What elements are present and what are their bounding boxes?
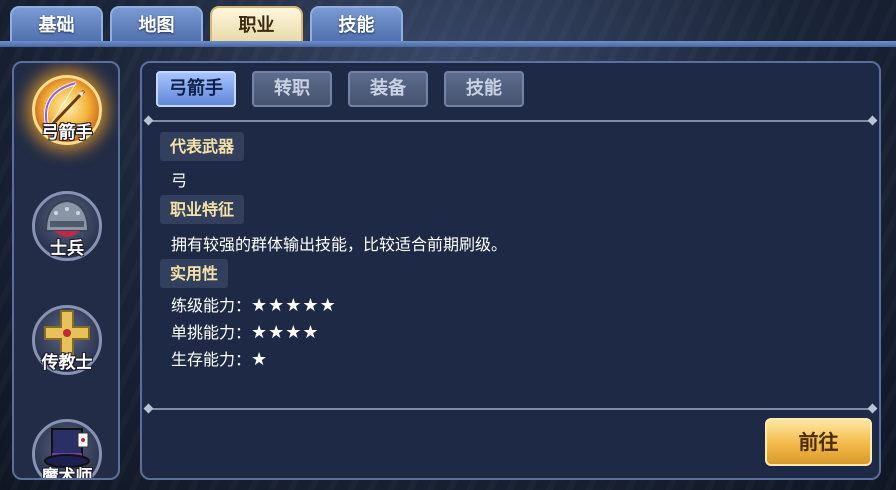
tab-bar-strip (0, 41, 896, 47)
rating-leveling: 练级能力：★★★★★ (171, 292, 337, 316)
class-label: 传教士 (41, 353, 93, 373)
class-detail-panel: 弓箭手 转职 装备 技能 代表武器 弓 职业特征 拥有较强的群体输出技能，比较适… (140, 61, 881, 480)
subtab-skill[interactable]: 技能 (444, 71, 524, 107)
subtab-archer[interactable]: 弓箭手 (156, 71, 236, 107)
star-rating: ★★★★ (251, 322, 320, 343)
tab-class[interactable]: 职业 (210, 6, 303, 42)
weapon-heading: 代表武器 (160, 132, 245, 161)
tab-basic[interactable]: 基础 (10, 6, 103, 42)
sub-tab-bar: 弓箭手 转职 装备 技能 (156, 71, 524, 107)
class-list: 弓箭手 士兵 传教士 魔术师 (12, 61, 120, 480)
tab-skill[interactable]: 技能 (310, 6, 403, 42)
tab-map[interactable]: 地图 (110, 6, 203, 42)
class-item-priest[interactable]: 传教士 (28, 301, 106, 379)
subtab-equipment[interactable]: 装备 (348, 71, 428, 107)
rating-label: 练级能力： (171, 296, 252, 315)
star-rating: ★ (251, 349, 269, 370)
go-button[interactable]: 前往 (765, 418, 872, 466)
class-label: 士兵 (50, 239, 84, 259)
weapon-value: 弓 (171, 171, 188, 190)
rating-duel: 单挑能力：★★★★ (171, 319, 320, 343)
rating-label: 生存能力： (171, 350, 252, 369)
rating-label: 单挑能力： (171, 323, 252, 342)
top-tab-bar: 基础 地图 职业 技能 (10, 6, 403, 42)
feature-heading: 职业特征 (160, 195, 245, 224)
divider-top (147, 120, 874, 122)
feature-value: 拥有较强的群体输出技能，比较适合前期刷级。 (171, 235, 508, 254)
subtab-job-change[interactable]: 转职 (252, 71, 332, 107)
star-rating: ★★★★★ (251, 295, 337, 316)
divider-bottom (147, 408, 874, 410)
class-label: 弓箭手 (41, 123, 93, 143)
practical-heading: 实用性 (160, 259, 229, 288)
class-item-archer[interactable]: 弓箭手 (28, 71, 106, 149)
rating-survival: 生存能力：★ (171, 346, 268, 370)
class-label: 魔术师 (41, 467, 93, 480)
class-item-soldier[interactable]: 士兵 (28, 187, 106, 265)
class-item-magician[interactable]: 魔术师 (28, 415, 106, 478)
